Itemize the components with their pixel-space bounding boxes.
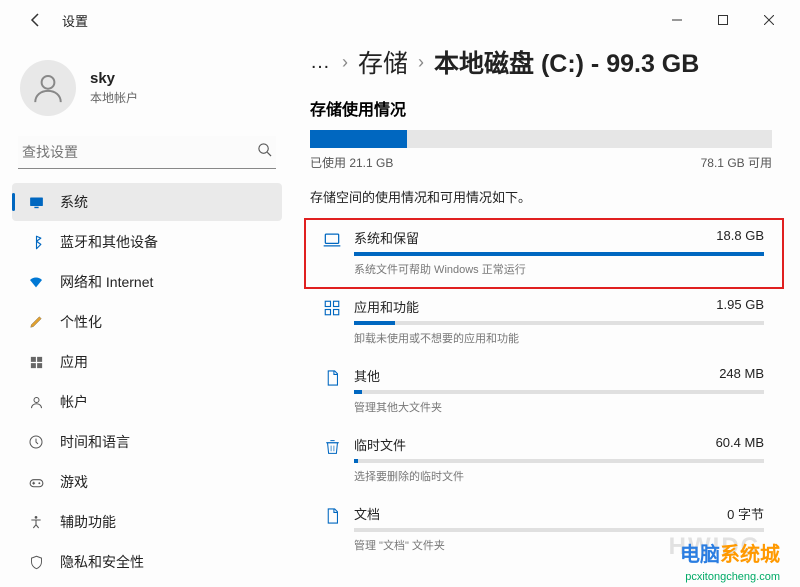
display-icon [26, 194, 46, 211]
trash-icon [318, 435, 346, 484]
used-label: 已使用 21.1 GB [310, 154, 393, 171]
category-name: 其他 [354, 366, 380, 385]
category-item[interactable]: 临时文件 60.4 MB 选择要删除的临时文件 [310, 427, 772, 496]
category-sub: 系统文件可帮助 Windows 正常运行 [354, 261, 764, 277]
category-item[interactable]: 其他 248 MB 管理其他大文件夹 [310, 358, 772, 427]
category-size: 18.8 GB [716, 228, 764, 247]
shield-icon [26, 555, 46, 570]
brush-icon [26, 314, 46, 330]
nav-item-brush[interactable]: 个性化 [12, 303, 282, 341]
laptop-icon [318, 228, 346, 277]
category-sub: 选择要删除的临时文件 [354, 468, 764, 484]
usage-bar-fill [310, 130, 407, 148]
chevron-right-icon: › [418, 52, 424, 73]
search-icon [257, 142, 272, 162]
doc-icon [318, 366, 346, 415]
window-controls [654, 4, 792, 36]
category-name: 临时文件 [354, 435, 406, 454]
nav-item-label: 网络和 Internet [60, 272, 153, 292]
maximize-button[interactable] [700, 4, 746, 36]
breadcrumb-ellipsis[interactable]: … [310, 51, 332, 74]
section-title: 存储使用情况 [310, 96, 772, 120]
titlebar: 设置 [0, 0, 800, 40]
nav-item-clock[interactable]: 时间和语言 [12, 423, 282, 461]
nav-item-game[interactable]: 游戏 [12, 463, 282, 501]
apps-icon [26, 355, 46, 370]
nav-item-label: 蓝牙和其他设备 [60, 232, 158, 252]
doc-icon [318, 504, 346, 553]
storage-desc: 存储空间的使用情况和可用情况如下。 [310, 187, 772, 206]
nav-item-bluetooth[interactable]: 蓝牙和其他设备 [12, 223, 282, 261]
nav-item-label: 游戏 [60, 472, 88, 492]
category-bar [354, 321, 764, 325]
usage-bar [310, 130, 772, 148]
avatar [20, 60, 76, 116]
clock-icon [26, 434, 46, 450]
category-sub: 管理其他大文件夹 [354, 399, 764, 415]
main-content: … › 存储 › 本地磁盘 (C:) - 99.3 GB 存储使用情况 已使用 … [290, 40, 800, 587]
search-box[interactable] [18, 136, 276, 169]
nav-item-apps[interactable]: 应用 [12, 343, 282, 381]
nav-item-label: 隐私和安全性 [60, 552, 144, 572]
category-bar [354, 528, 764, 532]
profile-block[interactable]: sky 本地帐户 [12, 48, 282, 136]
nav-item-label: 系统 [60, 192, 88, 212]
nav-list: 系统蓝牙和其他设备网络和 Internet 个性化应用帐户时间和语言游戏辅助功能隐… [12, 183, 282, 583]
nav-item-label: 应用 [60, 352, 88, 372]
minimize-button[interactable] [654, 4, 700, 36]
profile-sub: 本地帐户 [90, 89, 138, 106]
nav-item-wifi[interactable]: 网络和 Internet [12, 263, 282, 301]
category-bar [354, 252, 764, 256]
category-name: 文档 [354, 504, 380, 523]
person-icon [31, 71, 65, 105]
watermark-brand: 电脑系统城 [680, 538, 780, 567]
sidebar: sky 本地帐户 系统蓝牙和其他设备网络和 Internet 个性化应用帐户时间和… [0, 40, 290, 587]
window-title: 设置 [62, 11, 88, 30]
category-bar [354, 459, 764, 463]
category-name: 应用和功能 [354, 297, 419, 316]
grid-icon [318, 297, 346, 346]
category-size: 1.95 GB [716, 297, 764, 316]
nav-item-label: 个性化 [60, 312, 102, 332]
person-icon [26, 395, 46, 410]
category-size: 0 字节 [727, 504, 764, 523]
game-icon [26, 474, 46, 491]
category-size: 60.4 MB [716, 435, 764, 454]
category-name: 系统和保留 [354, 228, 419, 247]
nav-item-label: 辅助功能 [60, 512, 116, 532]
watermark-url: pcxitongcheng.com [685, 571, 780, 583]
arrow-left-icon [28, 12, 44, 28]
category-item[interactable]: 系统和保留 18.8 GB 系统文件可帮助 Windows 正常运行 [310, 220, 772, 289]
accessibility-icon [26, 514, 46, 530]
profile-name: sky [90, 70, 138, 87]
nav-item-label: 时间和语言 [60, 432, 130, 452]
free-label: 78.1 GB 可用 [701, 154, 772, 171]
nav-item-shield[interactable]: 隐私和安全性 [12, 543, 282, 581]
wifi-icon [26, 274, 46, 290]
breadcrumb-current: 本地磁盘 (C:) - 99.3 GB [434, 44, 699, 80]
category-size: 248 MB [719, 366, 764, 385]
nav-item-accessibility[interactable]: 辅助功能 [12, 503, 282, 541]
nav-item-person[interactable]: 帐户 [12, 383, 282, 421]
back-button[interactable] [20, 4, 52, 36]
category-item[interactable]: 应用和功能 1.95 GB 卸载未使用或不想要的应用和功能 [310, 289, 772, 358]
category-bar [354, 390, 764, 394]
search-input[interactable] [22, 144, 257, 160]
breadcrumb-storage[interactable]: 存储 [358, 44, 408, 80]
bluetooth-icon [26, 235, 46, 250]
category-list: 系统和保留 18.8 GB 系统文件可帮助 Windows 正常运行 应用和功能… [310, 220, 772, 565]
close-button[interactable] [746, 4, 792, 36]
breadcrumb: … › 存储 › 本地磁盘 (C:) - 99.3 GB [310, 44, 772, 80]
chevron-right-icon: › [342, 52, 348, 73]
nav-item-display[interactable]: 系统 [12, 183, 282, 221]
category-sub: 卸载未使用或不想要的应用和功能 [354, 330, 764, 346]
nav-item-label: 帐户 [60, 392, 88, 412]
